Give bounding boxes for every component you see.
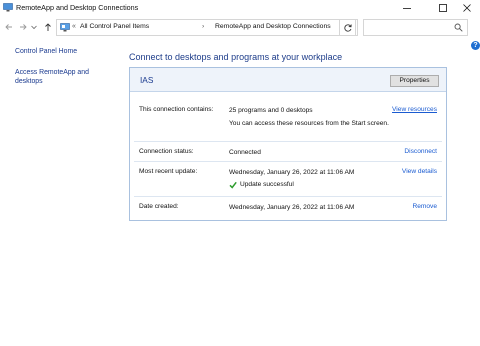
contains-value: 25 programs and 0 desktops: [229, 107, 313, 114]
breadcrumb-remoteapp[interactable]: RemoteApp and Desktop Connections: [215, 23, 331, 30]
arrow-right-icon: [20, 24, 27, 30]
breadcrumb-all-control-panel-items[interactable]: All Control Panel Items: [80, 23, 149, 30]
remote-desktop-app-icon: [3, 3, 13, 12]
divider: [134, 196, 442, 197]
divider: [134, 161, 442, 162]
contains-label: This connection contains:: [139, 106, 214, 113]
update-label: Most recent update:: [139, 168, 198, 175]
address-bar[interactable]: « All Control Panel Items › RemoteApp an…: [56, 19, 388, 36]
page-title: Connect to desktops and programs at your…: [129, 52, 343, 62]
minimize-button[interactable]: [392, 0, 422, 16]
contains-note: You can access these resources from the …: [229, 120, 389, 127]
refresh-button[interactable]: [339, 19, 356, 36]
close-icon: [463, 4, 471, 12]
recent-locations-button[interactable]: [30, 21, 38, 33]
sidebar-item-access-remoteapp[interactable]: Access RemoteApp and desktops: [15, 68, 105, 86]
title-bar: RemoteApp and Desktop Connections: [0, 0, 480, 16]
maximize-icon: [439, 4, 447, 12]
minimize-icon: [403, 8, 411, 9]
remove-link[interactable]: Remove: [412, 203, 437, 210]
navigation-bar: « All Control Panel Items › RemoteApp an…: [0, 17, 480, 38]
status-value: Connected: [229, 149, 261, 156]
status-label: Connection status:: [139, 148, 194, 155]
window-title: RemoteApp and Desktop Connections: [16, 3, 139, 12]
close-button[interactable]: [452, 0, 480, 16]
arrow-left-icon: [5, 24, 12, 30]
update-value: Wednesday, January 26, 2022 at 11:06 AM: [229, 169, 355, 176]
breadcrumb-separator[interactable]: ›: [202, 23, 204, 30]
forward-button[interactable]: [17, 21, 29, 33]
back-button[interactable]: [3, 21, 15, 33]
breadcrumb-overflow[interactable]: «: [72, 23, 76, 30]
connection-name: IAS: [140, 75, 154, 85]
connection-card: IAS Properties This connection contains:…: [129, 67, 447, 221]
control-panel-icon: [60, 23, 70, 32]
view-details-link[interactable]: View details: [402, 168, 437, 175]
properties-button[interactable]: Properties: [390, 75, 439, 87]
help-icon[interactable]: ?: [471, 41, 480, 50]
connection-header: IAS Properties: [130, 68, 446, 92]
update-result: Update successful: [240, 181, 294, 188]
checkmark-icon: [229, 181, 237, 189]
search-icon: [454, 23, 463, 32]
created-label: Date created:: [139, 203, 179, 210]
disconnect-link[interactable]: Disconnect: [404, 148, 437, 155]
sidebar-item-control-panel-home[interactable]: Control Panel Home: [15, 47, 77, 56]
chevron-down-icon: [31, 25, 37, 30]
up-button[interactable]: [42, 21, 54, 33]
search-input[interactable]: [363, 19, 468, 36]
refresh-icon: [343, 23, 352, 32]
divider: [134, 141, 442, 142]
arrow-up-icon: [45, 23, 51, 31]
created-value: Wednesday, January 26, 2022 at 11:06 AM: [229, 204, 355, 211]
view-resources-link[interactable]: View resources: [392, 106, 437, 113]
